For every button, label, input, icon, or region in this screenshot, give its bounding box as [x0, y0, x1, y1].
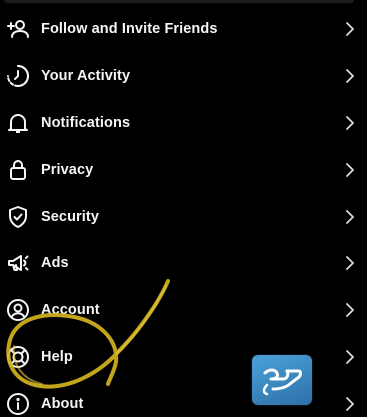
chevron-right-icon	[345, 256, 355, 271]
chevron-right-icon	[345, 303, 355, 318]
menu-item-label: Privacy	[41, 161, 94, 178]
menu-item-label: Ads	[41, 255, 69, 272]
menu-item-label: Notifications	[41, 114, 131, 131]
chevron-right-icon	[345, 22, 355, 37]
menu-item-notifications[interactable]: Notifications	[0, 100, 367, 147]
bell-icon	[5, 110, 31, 136]
activity-icon	[5, 63, 31, 89]
chevron-right-icon	[345, 69, 355, 84]
menu-item-label: Help	[41, 348, 73, 365]
lock-icon	[5, 157, 31, 183]
watermark-logo	[252, 355, 312, 405]
chevron-right-icon	[345, 116, 355, 130]
menu-item-label: Account	[41, 302, 100, 319]
menu-item-follow-invite[interactable]: Follow and Invite Friends	[0, 6, 367, 53]
menu-item-account[interactable]: Account	[0, 287, 367, 334]
settings-screen: Follow and Invite Friends Your Activity	[0, 0, 367, 417]
menu-item-label: Follow and Invite Friends	[41, 21, 218, 38]
shield-check-icon	[5, 204, 31, 230]
menu-item-label: Your Activity	[41, 68, 131, 85]
add-person-icon	[5, 16, 31, 42]
menu-item-ads[interactable]: Ads	[0, 240, 367, 287]
chevron-right-icon	[345, 396, 355, 411]
menu-item-privacy[interactable]: Privacy	[0, 146, 367, 193]
menu-item-your-activity[interactable]: Your Activity	[0, 53, 367, 100]
account-circle-icon	[5, 297, 31, 323]
lifebuoy-icon	[5, 344, 31, 370]
menu-item-label: Security	[41, 208, 100, 225]
chevron-right-icon	[345, 162, 355, 177]
megaphone-icon	[5, 250, 31, 276]
menu-item-label: About	[41, 395, 84, 412]
chevron-right-icon	[345, 350, 355, 364]
settings-menu: Follow and Invite Friends Your Activity	[0, 6, 367, 417]
menu-item-security[interactable]: Security	[0, 193, 367, 240]
chevron-right-icon	[345, 209, 355, 224]
info-icon	[5, 391, 31, 417]
top-bar	[4, 0, 354, 3]
